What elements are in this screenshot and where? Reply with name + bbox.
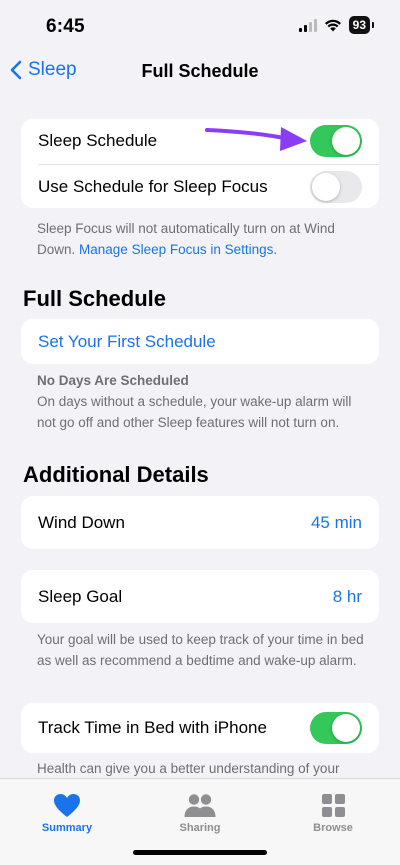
tab-sharing-label: Sharing bbox=[179, 822, 221, 834]
full-schedule-heading: Full Schedule bbox=[23, 286, 167, 311]
tab-sharing[interactable]: Sharing bbox=[160, 793, 240, 834]
status-time: 6:45 bbox=[46, 16, 85, 37]
cellular-signal-icon bbox=[298, 18, 317, 32]
track-time-toggle[interactable] bbox=[310, 712, 362, 744]
status-icons: 93 bbox=[298, 16, 375, 34]
home-indicator[interactable] bbox=[133, 850, 267, 855]
sleep-settings-card: Sleep Schedule Use Schedule for Sleep Fo… bbox=[21, 119, 379, 208]
track-time-label: Track Time in Bed with iPhone bbox=[38, 718, 267, 737]
sleep-schedule-row: Sleep Schedule bbox=[38, 125, 362, 157]
wind-down-value[interactable]: 45 min bbox=[311, 513, 362, 533]
schedule-note: No Days Are Scheduled On days without a … bbox=[37, 370, 369, 433]
set-first-schedule-card[interactable]: Set Your First Schedule bbox=[21, 319, 379, 364]
wifi-icon bbox=[324, 19, 341, 31]
sleep-schedule-label: Sleep Schedule bbox=[38, 131, 158, 150]
divider bbox=[38, 164, 379, 165]
sleep-focus-toggle[interactable] bbox=[310, 171, 362, 203]
sleep-schedule-toggle[interactable] bbox=[310, 125, 362, 157]
track-time-card: Track Time in Bed with iPhone bbox=[21, 703, 379, 753]
tab-summary-label: Summary bbox=[41, 822, 93, 834]
schedule-note-text: On days without a schedule, your wake-up… bbox=[37, 394, 352, 430]
set-first-schedule-button[interactable]: Set Your First Schedule bbox=[38, 332, 216, 352]
tab-browse-label: Browse bbox=[313, 822, 353, 834]
sleep-focus-row: Use Schedule for Sleep Focus bbox=[38, 171, 362, 203]
sleep-goal-card[interactable]: Sleep Goal 8 hr bbox=[21, 570, 379, 623]
sleep-focus-label: Use Schedule for Sleep Focus bbox=[38, 177, 268, 196]
heart-icon bbox=[54, 794, 80, 817]
wind-down-card[interactable]: Wind Down 45 min bbox=[21, 496, 379, 549]
people-icon bbox=[184, 794, 216, 817]
tab-browse[interactable]: Browse bbox=[293, 793, 373, 834]
page-title: Full Schedule bbox=[141, 61, 259, 81]
sleep-goal-note: Your goal will be used to keep track of … bbox=[37, 632, 364, 668]
annotation-arrow-icon bbox=[205, 127, 307, 151]
schedule-note-title: No Days Are Scheduled bbox=[37, 373, 189, 388]
sleep-goal-label: Sleep Goal bbox=[38, 586, 123, 606]
track-time-note: Health can give you a better understandi… bbox=[37, 761, 340, 776]
manage-sleep-focus-link[interactable]: Manage Sleep Focus in Settings. bbox=[79, 242, 277, 257]
sleep-goal-value[interactable]: 8 hr bbox=[333, 587, 362, 607]
additional-details-heading: Additional Details bbox=[23, 462, 209, 487]
sleep-focus-note: Sleep Focus will not automatically turn … bbox=[37, 218, 367, 260]
tab-summary[interactable]: Summary bbox=[27, 793, 107, 834]
wind-down-label: Wind Down bbox=[38, 512, 125, 532]
grid-icon bbox=[321, 794, 345, 817]
battery-indicator: 93 bbox=[348, 16, 375, 34]
